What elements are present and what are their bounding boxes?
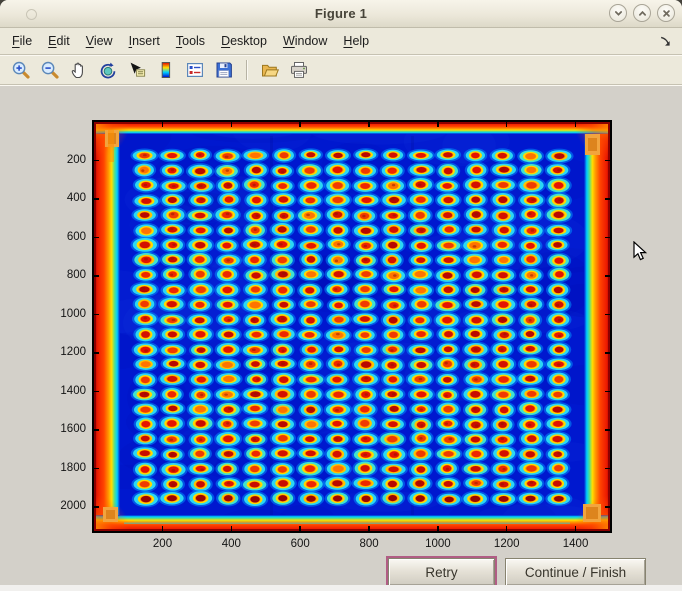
window-menu-icon[interactable] <box>26 9 37 20</box>
menu-window[interactable]: Window <box>275 30 335 52</box>
x-tick-label: 200 <box>141 538 185 551</box>
y-tick-mark <box>94 391 99 393</box>
y-tick-mark <box>94 314 99 316</box>
desktop-strip <box>0 585 682 591</box>
y-tick-mark <box>605 198 610 200</box>
x-tick-mark <box>231 122 233 127</box>
x-tick-label: 600 <box>278 538 322 551</box>
x-tick-mark <box>368 122 370 127</box>
y-tick-label: 1200 <box>40 346 86 359</box>
y-tick-mark <box>605 468 610 470</box>
y-tick-mark <box>94 352 99 354</box>
menu-view[interactable]: View <box>78 30 121 52</box>
y-tick-label: 400 <box>40 192 86 205</box>
tool-pan-icon[interactable] <box>66 58 92 82</box>
tool-zoom-out-icon[interactable] <box>37 58 63 82</box>
continue-finish-button[interactable]: Continue / Finish <box>505 558 646 586</box>
x-tick-mark <box>368 526 370 531</box>
plot-axes[interactable] <box>92 120 612 533</box>
x-tick-mark <box>575 526 577 531</box>
y-tick-mark <box>94 468 99 470</box>
menu-desktop[interactable]: Desktop <box>213 30 275 52</box>
menu-tools[interactable]: Tools <box>168 30 213 52</box>
figure-canvas-area: Retry Continue / Finish 200 400 600 800 1000… <box>0 84 682 587</box>
menu-help[interactable]: Help <box>335 30 377 52</box>
x-tick-mark <box>506 122 508 127</box>
y-tick-label: 1800 <box>40 462 86 475</box>
figure-window: Figure 1 FileEditViewInsertToolsDesktopW… <box>0 0 682 585</box>
y-tick-mark <box>605 506 610 508</box>
x-tick-mark <box>299 526 301 531</box>
y-tick-label: 800 <box>40 269 86 282</box>
menu-edit[interactable]: Edit <box>40 30 78 52</box>
y-tick-mark <box>605 391 610 393</box>
y-tick-label: 1400 <box>40 385 86 398</box>
x-tick-mark <box>162 526 164 531</box>
x-tick-label: 1200 <box>485 538 529 551</box>
x-tick-mark <box>231 526 233 531</box>
tool-rotate-3d-icon[interactable] <box>95 58 121 82</box>
x-tick-label: 1400 <box>554 538 598 551</box>
window-title: Figure 1 <box>315 6 367 21</box>
y-tick-mark <box>605 237 610 239</box>
dock-figure-icon[interactable] <box>657 33 674 50</box>
x-tick-mark <box>299 122 301 127</box>
y-tick-mark <box>605 314 610 316</box>
x-tick-mark <box>506 526 508 531</box>
figure-toolbar <box>0 54 682 84</box>
title-bar[interactable]: Figure 1 <box>0 0 682 28</box>
x-tick-label: 1000 <box>416 538 460 551</box>
tool-save-icon[interactable] <box>211 58 237 82</box>
menu-bar: FileEditViewInsertToolsDesktopWindowHelp <box>0 28 682 54</box>
x-tick-mark <box>162 122 164 127</box>
y-tick-label: 1600 <box>40 423 86 436</box>
y-tick-mark <box>605 352 610 354</box>
tool-print-icon[interactable] <box>286 58 312 82</box>
y-tick-mark <box>94 198 99 200</box>
minimize-button[interactable] <box>609 4 627 22</box>
tool-colorbar-icon[interactable] <box>153 58 179 82</box>
y-tick-mark <box>94 429 99 431</box>
y-tick-mark <box>94 275 99 277</box>
y-tick-label: 600 <box>40 231 86 244</box>
tool-open-icon[interactable] <box>257 58 283 82</box>
retry-button[interactable]: Retry <box>388 558 495 586</box>
window-controls <box>609 4 675 22</box>
tool-zoom-in-icon[interactable] <box>8 58 34 82</box>
y-tick-mark <box>605 160 610 162</box>
y-tick-label: 200 <box>40 154 86 167</box>
y-tick-label: 1000 <box>40 308 86 321</box>
maximize-button[interactable] <box>633 4 651 22</box>
x-tick-mark <box>437 122 439 127</box>
y-tick-mark <box>94 160 99 162</box>
menu-file[interactable]: File <box>4 30 40 52</box>
toolbar-separator <box>246 60 248 80</box>
menu-insert[interactable]: Insert <box>121 30 168 52</box>
x-tick-label: 400 <box>209 538 253 551</box>
y-tick-label: 2000 <box>40 500 86 513</box>
x-tick-mark <box>437 526 439 531</box>
heatmap-image[interactable] <box>94 122 610 531</box>
tool-data-cursor-icon[interactable] <box>124 58 150 82</box>
x-tick-label: 800 <box>347 538 391 551</box>
y-tick-mark <box>94 506 99 508</box>
y-tick-mark <box>605 275 610 277</box>
y-tick-mark <box>94 237 99 239</box>
x-tick-mark <box>575 122 577 127</box>
tool-insert-legend-icon[interactable] <box>182 58 208 82</box>
close-button[interactable] <box>657 4 675 22</box>
y-tick-mark <box>605 429 610 431</box>
